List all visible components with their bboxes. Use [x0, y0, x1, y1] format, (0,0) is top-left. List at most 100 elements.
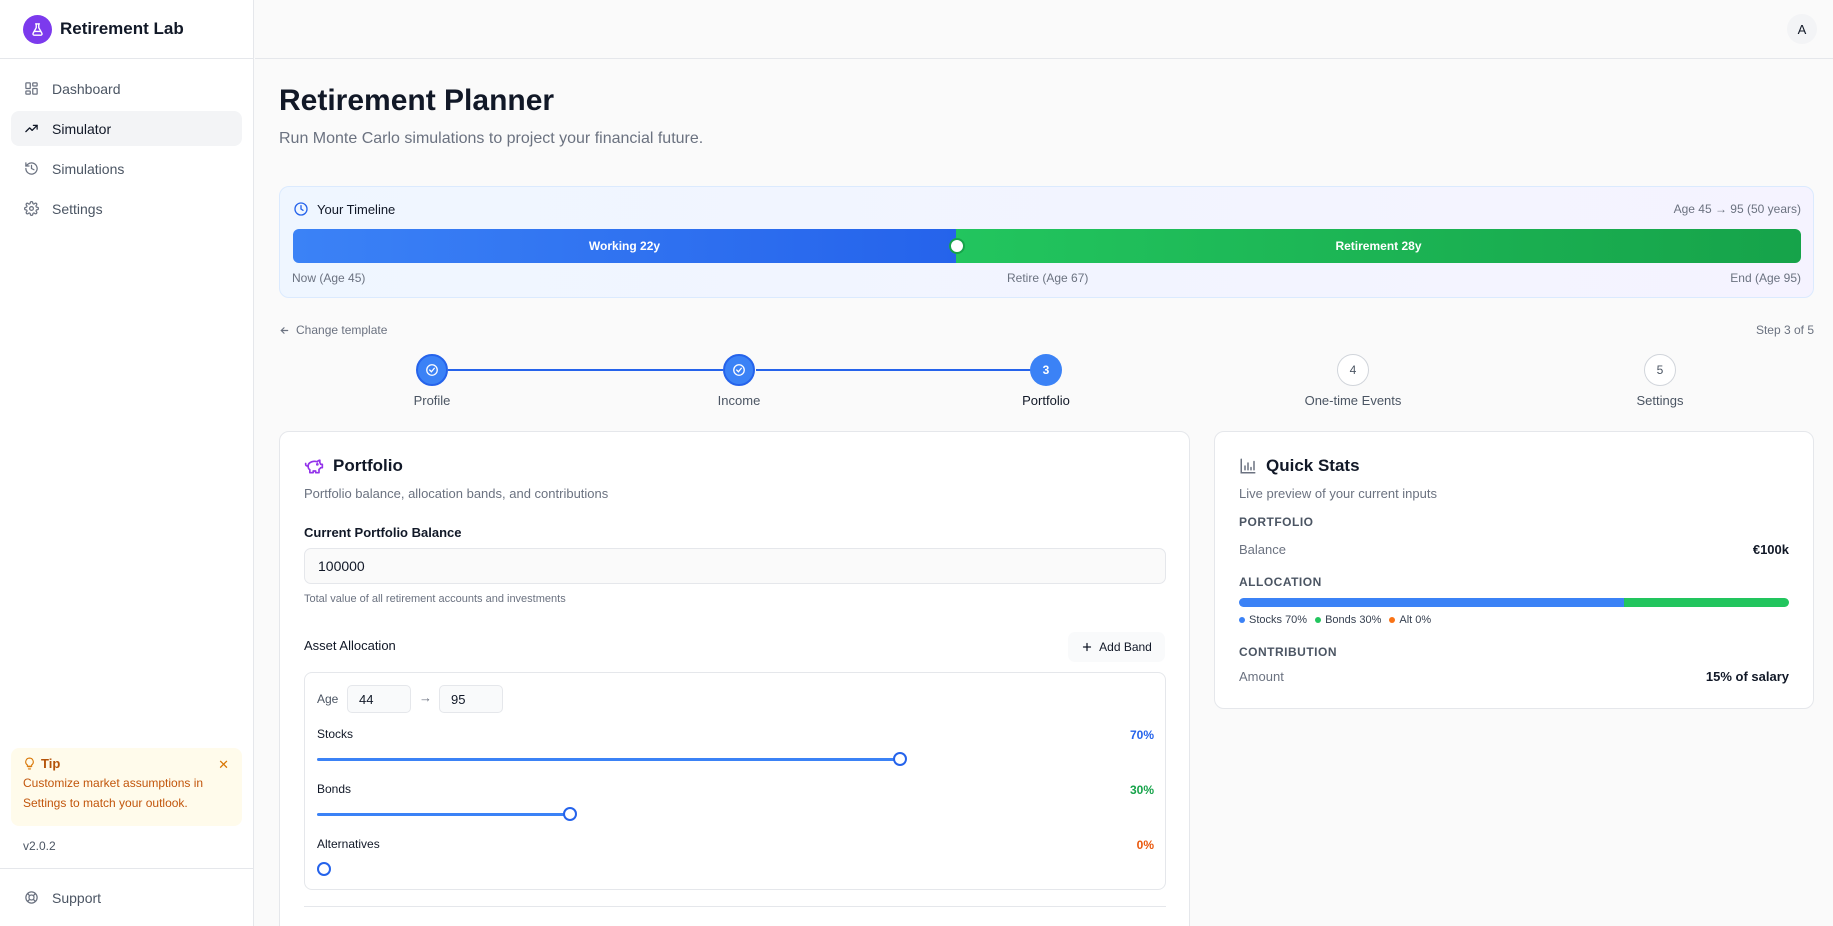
timeline-bar: Working 22y Retirement 28y	[293, 229, 1801, 263]
sidebar-item-dashboard[interactable]: Dashboard	[11, 71, 242, 106]
clock-icon	[294, 202, 308, 216]
arrow-right-icon: →	[419, 690, 432, 705]
age-from-input[interactable]	[347, 685, 411, 713]
support-label: Support	[52, 889, 102, 906]
sidebar-item-label: Simulations	[52, 160, 125, 177]
check-icon	[723, 354, 755, 386]
legend-label: Alt 0%	[1399, 614, 1432, 626]
timeline-end-label: End (Age 95)	[1730, 271, 1801, 285]
timeline-heading: Your Timeline	[293, 201, 395, 217]
tip-title: Tip	[41, 756, 61, 771]
piggy-bank-icon	[304, 459, 324, 474]
portfolio-balance-input[interactable]	[304, 548, 1166, 584]
quick-stats-subtitle: Live preview of your current inputs	[1239, 486, 1437, 501]
legend-dot	[1315, 617, 1322, 623]
add-band-button[interactable]: Add Band	[1068, 632, 1165, 662]
timeline-retire-label: Retire (Age 67)	[1007, 271, 1089, 285]
balance-stat-value: €100k	[1752, 542, 1789, 557]
support-link[interactable]: Support	[0, 868, 254, 926]
stocks-slider-track[interactable]	[317, 758, 899, 761]
amount-stat-label: Amount	[1239, 669, 1284, 684]
topbar: A	[255, 0, 1833, 59]
tip-text: Customize market assumptions in Settings…	[23, 776, 204, 810]
portfolio-heading: Portfolio	[304, 456, 403, 476]
allocation-title: Asset Allocation	[304, 638, 396, 653]
timeline-retirement-segment: Retirement 28y	[956, 229, 1801, 263]
trend-icon	[25, 124, 38, 133]
allocation-segment-bonds	[1624, 598, 1789, 607]
bonds-slider-track[interactable]	[317, 813, 569, 816]
flask-icon	[23, 14, 52, 44]
sidebar-item-settings[interactable]: Settings	[11, 191, 242, 226]
page-subtitle: Run Monte Carlo simulations to project y…	[279, 130, 704, 147]
dashboard-icon	[25, 82, 38, 95]
timeline-working-segment: Working 22y	[293, 229, 956, 263]
step-profile[interactable]: Profile	[372, 354, 492, 408]
tip-banner: Tip ✕ Customize market assumptions in Se…	[11, 748, 242, 826]
app-version: v2.0.2	[23, 839, 56, 853]
legend-dot	[1389, 617, 1396, 623]
change-template-link[interactable]: Change template	[279, 323, 387, 337]
brand[interactable]: Retirement Lab	[0, 0, 253, 59]
step-portfolio[interactable]: 3 Portfolio	[986, 354, 1106, 408]
legend-label: Bonds 30%	[1325, 614, 1382, 626]
step-one-time-events[interactable]: 4 One-time Events	[1293, 354, 1413, 408]
step-income[interactable]: Income	[679, 354, 799, 408]
allocation-section-title: ALLOCATION	[1239, 575, 1322, 589]
sidebar-item-label: Settings	[52, 200, 103, 217]
quick-stats-heading: Quick Stats	[1239, 456, 1360, 476]
legend-item-alt: Alt 0%	[1389, 614, 1431, 626]
bar-chart-icon	[1240, 458, 1256, 474]
timeline-range: Age 45 → 95 (50 years)	[1673, 202, 1801, 216]
change-template-label: Change template	[296, 323, 388, 337]
plus-icon	[1083, 642, 1092, 652]
sidebar: Retirement Lab Dashboard Simulator Simul…	[0, 0, 254, 926]
history-icon	[25, 162, 38, 175]
timeline-title: Your Timeline	[317, 201, 396, 217]
age-to-input[interactable]	[439, 685, 503, 713]
sidebar-item-simulator[interactable]: Simulator	[11, 111, 242, 146]
stocks-slider-thumb[interactable]	[893, 752, 907, 766]
page-title: Retirement Planner	[279, 84, 555, 117]
contribution-section-title: CONTRIBUTION	[1239, 645, 1337, 659]
portfolio-title: Portfolio	[333, 456, 403, 475]
tip-heading: Tip	[23, 756, 230, 771]
app-name: Retirement Lab	[60, 19, 184, 38]
close-icon[interactable]: ✕	[218, 757, 229, 773]
alternatives-label: Alternatives	[317, 837, 380, 851]
divider	[304, 906, 1166, 907]
sidebar-item-simulations[interactable]: Simulations	[11, 151, 242, 186]
step-label: One-time Events	[1304, 393, 1402, 408]
step-settings[interactable]: 5 Settings	[1600, 354, 1720, 408]
sidebar-item-label: Dashboard	[52, 80, 121, 97]
sidebar-nav: Dashboard Simulator Simulations Settings	[0, 59, 253, 243]
bonds-percent: 30%	[1129, 783, 1154, 797]
alternatives-slider-thumb[interactable]	[317, 862, 331, 876]
step-label: Income	[717, 393, 761, 408]
step-label: Portfolio	[1022, 393, 1070, 408]
allocation-legend: Stocks 70% Bonds 30% Alt 0%	[1239, 614, 1431, 626]
bonds-slider-thumb[interactable]	[563, 807, 577, 821]
sidebar-item-label: Simulator	[52, 120, 112, 137]
step-number: 4	[1337, 354, 1369, 386]
legend-item-bonds: Bonds 30%	[1315, 614, 1381, 626]
balance-stat-label: Balance	[1239, 542, 1286, 557]
legend-dot	[1239, 617, 1245, 623]
balance-help: Total value of all retirement accounts a…	[304, 593, 566, 605]
add-band-label: Add Band	[1099, 640, 1152, 654]
timeline-now-label: Now (Age 45)	[292, 271, 366, 285]
amount-stat-value: 15% of salary	[1705, 669, 1789, 684]
check-icon	[416, 354, 448, 386]
portfolio-section-title: PORTFOLIO	[1239, 515, 1314, 529]
legend-label: Stocks 70%	[1249, 614, 1308, 626]
portfolio-subtitle: Portfolio balance, allocation bands, and…	[304, 486, 609, 501]
avatar[interactable]: A	[1787, 14, 1817, 44]
stocks-percent: 70%	[1129, 728, 1154, 742]
alternatives-percent: 0%	[1136, 838, 1154, 852]
allocation-band: Age → Stocks 70% Bonds 30% Alternatives …	[304, 672, 1166, 890]
lifebuoy-icon	[25, 891, 38, 904]
allocation-segment-stocks	[1239, 598, 1624, 607]
lightbulb-icon	[25, 757, 34, 770]
quick-stats-title: Quick Stats	[1266, 456, 1360, 475]
arrow-left-icon	[280, 326, 289, 334]
